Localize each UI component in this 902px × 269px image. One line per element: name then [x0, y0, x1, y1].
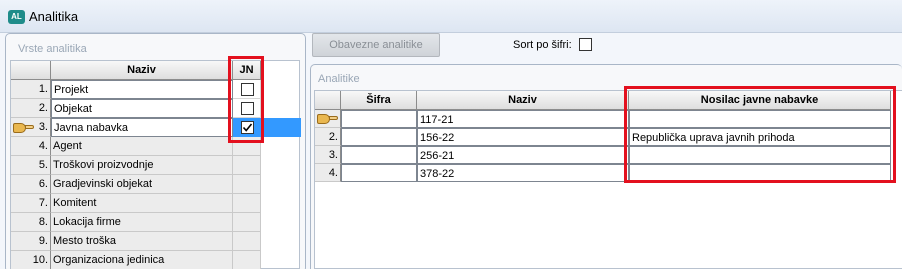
naziv-cell[interactable]: Komitent	[51, 194, 233, 213]
row-number: 2.	[11, 99, 51, 118]
naziv-cell[interactable]: Agent	[51, 137, 233, 156]
row-number: 2.	[315, 128, 341, 146]
row-number: 4.	[11, 137, 51, 156]
sort-po-sifri-label: Sort po šifri:	[513, 39, 572, 51]
row-number-header	[315, 91, 341, 110]
row-number: 8.	[11, 213, 51, 232]
naziv-cell[interactable]: 117-21	[417, 110, 629, 128]
row-number: 4.	[315, 164, 341, 182]
column-header-naziv[interactable]: Naziv	[51, 61, 233, 80]
jn-cell	[233, 232, 261, 251]
row-number: 7.	[11, 194, 51, 213]
naziv-cell[interactable]: Objekat	[51, 99, 233, 118]
column-header-naziv[interactable]: Naziv	[417, 91, 629, 110]
sort-po-sifri-checkbox[interactable]	[579, 38, 592, 51]
table-row[interactable]: 7. Komitent	[11, 194, 301, 213]
app-icon: AL	[8, 10, 25, 24]
selection-fill	[261, 118, 301, 137]
pointer-finger	[329, 116, 338, 120]
table-row[interactable]: 8. Lokacija firme	[11, 213, 301, 232]
sifra-cell[interactable]	[341, 146, 417, 164]
sifra-cell[interactable]	[341, 164, 417, 182]
sifra-cell[interactable]	[341, 110, 417, 128]
naziv-cell[interactable]: Javna nabavka	[51, 118, 233, 137]
row-number: 3.	[315, 146, 341, 164]
jn-cell	[233, 251, 261, 269]
naziv-cell[interactable]: Projekt	[51, 80, 233, 99]
naziv-cell[interactable]: 378-22	[417, 164, 629, 182]
row-number-header	[11, 61, 51, 80]
row-number: 6.	[11, 175, 51, 194]
obavezne-analitike-button[interactable]: Obavezne analitike	[312, 33, 440, 57]
row-number: 1.	[11, 80, 51, 99]
naziv-cell[interactable]: 256-21	[417, 146, 629, 164]
jn-cell	[233, 156, 261, 175]
window-title: Analitika	[29, 9, 79, 24]
table-row[interactable]: 10. Organizaciona jedinica	[11, 251, 301, 269]
sifra-cell[interactable]	[341, 128, 417, 146]
row-number: 5.	[11, 156, 51, 175]
naziv-cell[interactable]: Mesto troška	[51, 232, 233, 251]
naziv-cell[interactable]: Gradjevinski objekat	[51, 175, 233, 194]
vrste-analitika-title: Vrste analitika	[18, 43, 87, 55]
current-row-pointer-icon	[317, 113, 339, 125]
analitike-title: Analitike	[318, 73, 360, 85]
naziv-cell[interactable]: 156-22	[417, 128, 629, 146]
table-row[interactable]: 6. Gradjevinski objekat	[11, 175, 301, 194]
naziv-cell[interactable]: Organizaciona jedinica	[51, 251, 233, 269]
nosilac-column-highlight	[624, 86, 896, 183]
column-header-sifra[interactable]: Šifra	[341, 91, 417, 110]
jn-cell	[233, 175, 261, 194]
pointer-finger	[25, 125, 34, 129]
jn-column-highlight	[228, 56, 264, 143]
jn-cell	[233, 194, 261, 213]
row-number: 9.	[11, 232, 51, 251]
table-row[interactable]: 9. Mesto troška	[11, 232, 301, 251]
naziv-cell[interactable]: Troškovi proizvodnje	[51, 156, 233, 175]
row-number: 10.	[11, 251, 51, 269]
table-row[interactable]: 5. Troškovi proizvodnje	[11, 156, 301, 175]
current-row-pointer-icon	[13, 122, 35, 134]
naziv-cell[interactable]: Lokacija firme	[51, 213, 233, 232]
title-bar: AL Analitika	[0, 0, 902, 33]
jn-cell	[233, 213, 261, 232]
